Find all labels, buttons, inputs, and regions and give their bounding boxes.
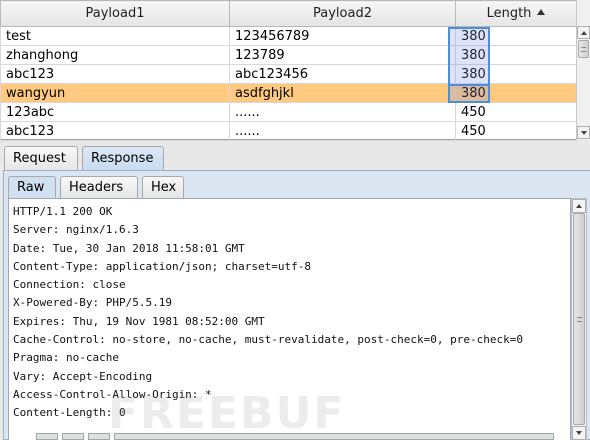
cell-length: 450: [455, 102, 577, 122]
table-header-row: Payload1 Payload2 Length: [0, 0, 577, 27]
search-toolbar: [36, 433, 584, 440]
cell-payload2: 123456789: [229, 26, 456, 46]
cell-payload2: asdfghjkl: [229, 83, 456, 103]
table-row[interactable]: 123abc ...... 450: [0, 102, 577, 122]
table-row[interactable]: test 123456789 380: [0, 26, 577, 46]
response-panel: Raw Headers Hex HTTP/1.1 200 OK Server: …: [3, 170, 590, 440]
scroll-up-button[interactable]: [577, 26, 590, 39]
column-header-payload1[interactable]: Payload1: [0, 0, 230, 27]
table-row[interactable]: zhanghong 123789 380: [0, 45, 577, 65]
message-tabs: Request Response: [0, 146, 590, 170]
response-scrollbar[interactable]: [571, 198, 587, 440]
response-line: Server: nginx/1.6.3: [13, 223, 139, 237]
help-button[interactable]: [36, 433, 58, 440]
response-line: Connection: close: [13, 278, 126, 292]
prev-match-button[interactable]: [62, 433, 84, 440]
sort-ascending-icon: [537, 9, 546, 15]
grip-icon: [581, 46, 586, 52]
cell-length: 450: [455, 121, 577, 141]
scroll-thumb[interactable]: [578, 40, 589, 58]
cell-length: 380: [455, 26, 577, 46]
tab-hex[interactable]: Hex: [142, 176, 184, 198]
cell-payload1: zhanghong: [0, 45, 230, 65]
arrow-down-icon: [580, 130, 587, 135]
cell-length: 380: [455, 64, 577, 84]
response-line: Date: Tue, 30 Jan 2018 11:58:01 GMT: [13, 241, 245, 255]
tab-response[interactable]: Response: [82, 146, 164, 170]
cell-payload2: abc123456: [229, 64, 456, 84]
cell-length: 380: [455, 45, 577, 65]
response-line: Expires: Thu, 19 Nov 1981 08:52:00 GMT: [13, 314, 265, 328]
table-scrollbar[interactable]: [576, 0, 590, 140]
cell-payload1: abc123: [0, 64, 230, 84]
response-line: HTTP/1.1 200 OK: [13, 205, 113, 218]
cell-length: 380: [455, 83, 577, 103]
cell-payload1: 123abc: [0, 102, 230, 122]
column-header-length[interactable]: Length: [455, 0, 577, 27]
response-line: X-Powered-By: PHP/5.5.19: [13, 296, 172, 310]
table-row-selected[interactable]: wangyun asdfghjkl 380: [0, 83, 577, 103]
cell-payload2: ......: [229, 102, 456, 122]
cell-payload1: test: [0, 26, 230, 46]
scroll-down-button[interactable]: [577, 126, 590, 139]
response-line: Content-Length: 0: [13, 406, 126, 420]
search-input[interactable]: [114, 433, 554, 440]
results-table: Payload1 Payload2 Length test 123456789 …: [0, 0, 577, 141]
arrow-up-icon: [580, 30, 587, 35]
grip-icon: [576, 316, 582, 322]
scroll-up-button[interactable]: [572, 199, 586, 213]
response-raw-text[interactable]: HTTP/1.1 200 OK Server: nginx/1.6.3 Date…: [8, 198, 571, 440]
cell-payload1: abc123: [0, 121, 230, 141]
tab-headers[interactable]: Headers: [60, 176, 138, 198]
response-line: Content-Type: application/json; charset=…: [13, 259, 312, 273]
column-header-payload2[interactable]: Payload2: [229, 0, 456, 27]
response-line: Pragma: no-cache: [13, 351, 119, 365]
response-line: Cache-Control: no-store, no-cache, must-…: [13, 333, 523, 347]
table-row[interactable]: abc123 ...... 450: [0, 121, 577, 141]
cell-payload1: wangyun: [0, 83, 230, 103]
tab-raw[interactable]: Raw: [8, 176, 56, 198]
cell-payload2: ......: [229, 121, 456, 141]
next-match-button[interactable]: [88, 433, 110, 440]
table-row[interactable]: abc123 abc123456 380: [0, 64, 577, 84]
arrow-up-icon: [576, 204, 582, 208]
tab-request[interactable]: Request: [4, 146, 78, 170]
response-line: Access-Control-Allow-Origin: *: [13, 387, 212, 401]
scroll-thumb[interactable]: [573, 213, 585, 425]
response-line: Vary: Accept-Encoding: [13, 369, 153, 383]
results-table-panel: Payload1 Payload2 Length test 123456789 …: [0, 0, 590, 141]
cell-payload2: 123789: [229, 45, 456, 65]
